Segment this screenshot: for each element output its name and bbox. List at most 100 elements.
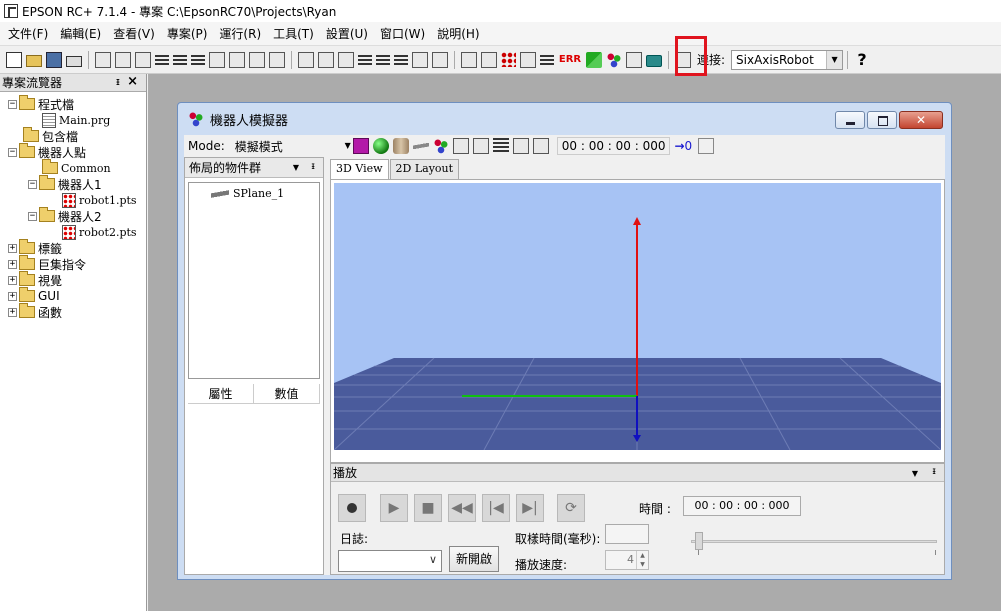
maximize-button[interactable] [867, 111, 897, 129]
menu-edit[interactable]: 編輯(E) [54, 24, 107, 44]
menu-project[interactable]: 專案(P) [161, 24, 214, 44]
goto-icon[interactable] [249, 51, 265, 68]
settings-gear-icon[interactable] [532, 138, 549, 154]
new-open-button[interactable]: 新開啟 [449, 546, 499, 572]
tree-item-robot-points[interactable]: − 機器人點 [0, 143, 146, 160]
pin-icon[interactable]: ᵻ [116, 75, 120, 88]
vision-guide-icon[interactable] [586, 51, 602, 68]
error-history-icon[interactable]: ERR [558, 52, 582, 68]
skip-back-button[interactable]: |◀ [482, 494, 510, 522]
tree-item-main-prg[interactable]: Main.prg [0, 112, 146, 128]
indent-icon[interactable] [173, 54, 187, 67]
close-icon[interactable]: × [127, 74, 138, 89]
expand-icon[interactable]: + [8, 275, 17, 285]
build-icon[interactable] [298, 51, 314, 68]
collapse-icon[interactable]: − [28, 211, 37, 221]
object-list-icon[interactable] [492, 138, 509, 154]
controller-icon[interactable] [520, 51, 536, 68]
menu-tools[interactable]: 工具(T) [267, 24, 320, 44]
jog-hand-icon[interactable] [338, 51, 354, 68]
menu-run[interactable]: 運行(R) [213, 24, 267, 44]
print-icon[interactable] [66, 56, 82, 67]
expand-icon[interactable]: + [8, 291, 17, 301]
task-manager-icon[interactable] [540, 54, 554, 67]
step-over-icon[interactable] [376, 54, 390, 67]
step-out-icon[interactable] [394, 54, 408, 67]
undo-icon[interactable] [472, 138, 489, 154]
io-monitor-icon[interactable] [501, 52, 516, 67]
expand-icon[interactable]: + [8, 259, 17, 269]
tree-item-program-files[interactable]: − 程式檔 [0, 95, 146, 112]
robot-manager-icon[interactable] [461, 51, 477, 68]
playback-slider-track[interactable] [691, 540, 937, 543]
tab-2d-layout[interactable]: 2D Layout [389, 159, 460, 179]
chevron-down-icon[interactable]: ▼ [345, 141, 351, 150]
menu-file[interactable]: 文件(F) [2, 24, 54, 44]
menu-window[interactable]: 窗口(W) [374, 24, 431, 44]
cut-icon[interactable] [95, 51, 111, 68]
robot-simulator-icon[interactable] [606, 51, 622, 68]
chevron-down-icon[interactable]: ▼ [293, 163, 299, 172]
tree-item-macros[interactable]: + 巨集指令 [0, 255, 146, 272]
tree-item-common[interactable]: Common [0, 159, 146, 176]
tree-item-include-files[interactable]: 包含檔 [0, 127, 146, 144]
step-into-icon[interactable] [358, 54, 372, 67]
save-all-icon[interactable] [46, 51, 62, 68]
rewind-button[interactable]: ◀◀ [448, 494, 476, 522]
scene-3d[interactable] [334, 183, 941, 450]
replace-icon[interactable] [229, 51, 245, 68]
help-icon[interactable]: ? [854, 51, 870, 68]
tree-item-vision[interactable]: + 視覺 [0, 271, 146, 288]
tree-item-robot2-pts[interactable]: robot2.pts [0, 224, 146, 240]
skip-forward-button[interactable]: ▶| [516, 494, 544, 522]
find-icon[interactable] [209, 51, 225, 68]
copy-icon[interactable] [115, 51, 131, 68]
playback-speed-stepper[interactable]: 4 ▲ ▼ [605, 550, 649, 570]
add-cylinder-icon[interactable] [392, 138, 409, 154]
play-button[interactable]: ▶ [380, 494, 408, 522]
add-sphere-icon[interactable] [372, 138, 389, 154]
expand-icon[interactable]: + [8, 307, 17, 317]
pin-icon[interactable]: ᵻ [932, 466, 936, 477]
menu-setup[interactable]: 設置(U) [320, 24, 374, 44]
stop-button[interactable]: ■ [414, 494, 442, 522]
simulator-titlebar[interactable]: 機器人模擬器 ✕ [178, 103, 951, 135]
menu-view[interactable]: 查看(V) [107, 24, 161, 44]
stop-icon[interactable] [432, 51, 448, 68]
loop-button[interactable]: ⟳ [557, 494, 585, 522]
add-box-icon[interactable] [352, 138, 369, 154]
outdent-icon[interactable] [191, 54, 205, 67]
monitor-icon[interactable] [512, 138, 529, 154]
menu-help[interactable]: 說明(H) [431, 24, 485, 44]
chevron-down-icon[interactable]: ∨ [429, 553, 437, 566]
collapse-icon[interactable]: − [28, 179, 37, 189]
collapse-icon[interactable]: − [8, 99, 17, 109]
sample-time-input[interactable] [605, 524, 649, 544]
camera-icon[interactable] [646, 55, 662, 67]
new-file-icon[interactable] [6, 51, 22, 68]
collision-icon[interactable] [698, 138, 715, 154]
list-item[interactable]: SPlane_1 [211, 187, 284, 200]
viewport-3d[interactable] [330, 179, 945, 463]
add-plane-icon[interactable] [412, 138, 429, 154]
tree-item-functions[interactable]: + 函數 [0, 303, 146, 320]
tree-item-gui[interactable]: + GUI [0, 287, 146, 304]
gui-builder-icon[interactable] [626, 51, 642, 68]
close-button[interactable]: ✕ [899, 111, 943, 129]
tree-item-robot2[interactable]: − 機器人2 [0, 207, 146, 224]
run-window-icon[interactable] [318, 51, 334, 68]
tree-item-labels[interactable]: + 標籤 [0, 239, 146, 256]
record-button[interactable] [338, 494, 366, 522]
comment-icon[interactable] [155, 54, 169, 67]
chevron-down-icon[interactable]: ▼ [826, 50, 843, 69]
command-window-icon[interactable] [481, 51, 497, 68]
mount-device-icon[interactable] [452, 138, 469, 154]
open-folder-icon[interactable] [26, 55, 42, 67]
tree-item-robot1[interactable]: − 機器人1 [0, 175, 146, 192]
paste-icon[interactable] [135, 51, 151, 68]
expand-icon[interactable]: + [8, 243, 17, 253]
connect-icon[interactable] [675, 51, 691, 68]
breakpoint-icon[interactable] [412, 51, 428, 68]
minimize-button[interactable] [835, 111, 865, 129]
collapse-icon[interactable]: − [8, 147, 17, 157]
